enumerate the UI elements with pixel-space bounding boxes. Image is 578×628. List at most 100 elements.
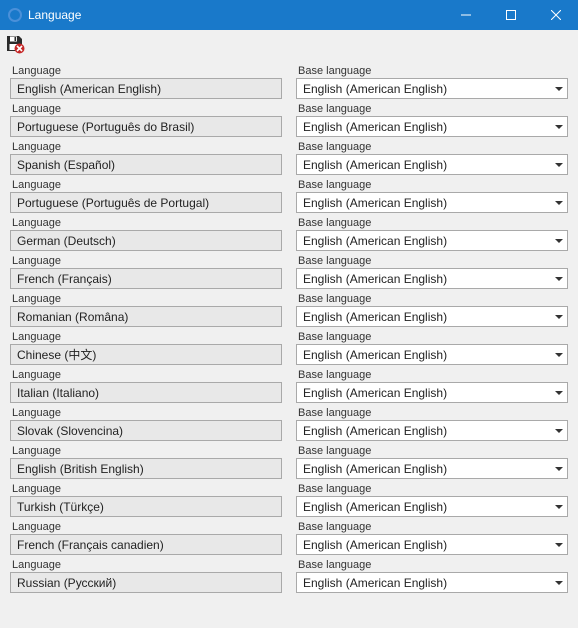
language-row: Language Base languageEnglish (American E… [10, 254, 568, 289]
language-col: Language [10, 330, 282, 365]
base-language-label: Base language [298, 445, 568, 457]
language-input[interactable] [10, 230, 282, 251]
chevron-down-icon [555, 465, 563, 473]
chevron-down-icon [555, 161, 563, 169]
save-cancel-button[interactable] [4, 33, 26, 55]
language-input[interactable] [10, 534, 282, 555]
language-label: Language [12, 483, 282, 495]
base-language-select[interactable]: English (American English) [296, 420, 568, 441]
language-input[interactable] [10, 496, 282, 517]
base-language-value: English (American English) [303, 576, 447, 590]
language-row: Language Base language English (American E… [10, 330, 568, 365]
language-row: LanguageBase languageEnglish (American E… [10, 520, 568, 555]
language-label: Language [12, 103, 282, 115]
language-row: Language Base languageEnglish (American E… [10, 102, 568, 137]
language-input[interactable] [10, 116, 282, 137]
base-language-select[interactable]: English (American English) [296, 344, 568, 365]
base-language-select[interactable]: English (American English) [296, 78, 568, 99]
base-language-col: Base languageEnglish (American English) [296, 178, 568, 213]
window-title: Language [28, 8, 443, 22]
language-row: LanguageBase languageEnglish (American E… [10, 292, 568, 327]
language-col: Language [10, 254, 282, 289]
base-language-select[interactable]: English (American English) [296, 306, 568, 327]
language-label: Language [12, 141, 282, 153]
base-language-select[interactable]: English (American English) [296, 268, 568, 289]
language-input[interactable] [10, 420, 282, 441]
language-col: Language [10, 292, 282, 327]
base-language-col: Base languageEnglish (American English) [296, 254, 568, 289]
chevron-down-icon [555, 541, 563, 549]
base-language-select[interactable]: English (American English) [296, 572, 568, 593]
language-input[interactable] [10, 306, 282, 327]
language-col: Language [10, 520, 282, 555]
base-language-value: English (American English) [303, 424, 447, 438]
close-icon [551, 10, 561, 20]
base-language-value: English (American English) [303, 82, 447, 96]
base-language-select[interactable]: English (American English) [296, 230, 568, 251]
save-cancel-icon [5, 34, 25, 54]
base-language-col: Base languageEnglish (American English) [296, 216, 568, 251]
chevron-down-icon [555, 313, 563, 321]
language-input[interactable] [10, 572, 282, 593]
base-language-col: Base languageEnglish (American English) [296, 406, 568, 441]
language-col: Language [10, 140, 282, 175]
language-label: Language [12, 179, 282, 191]
base-language-select[interactable]: English (American English) [296, 154, 568, 175]
base-language-value: English (American English) [303, 272, 447, 286]
language-input[interactable] [10, 78, 282, 99]
minimize-button[interactable] [443, 0, 488, 30]
chevron-down-icon [555, 351, 563, 359]
base-language-col: Base language English (American English) [296, 330, 568, 365]
language-label: Language [12, 521, 282, 533]
base-language-select[interactable]: English (American English) [296, 116, 568, 137]
language-col: Language [10, 406, 282, 441]
base-language-value: English (American English) [303, 500, 447, 514]
base-language-value: English (American English) [303, 234, 447, 248]
language-input[interactable] [10, 382, 282, 403]
base-language-label: Base language [298, 331, 568, 343]
language-label: Language [12, 445, 282, 457]
chevron-down-icon [555, 85, 563, 93]
language-input[interactable] [10, 344, 282, 365]
language-col: Language [10, 178, 282, 213]
base-language-value: English (American English) [303, 348, 447, 362]
base-language-value: English (American English) [303, 158, 447, 172]
maximize-icon [506, 10, 516, 20]
chevron-down-icon [555, 579, 563, 587]
minimize-icon [461, 10, 471, 20]
language-row: LanguageBase languageEnglish (American E… [10, 558, 568, 593]
titlebar: Language [0, 0, 578, 30]
base-language-col: Base languageEnglish (American English) [296, 444, 568, 479]
chevron-down-icon [555, 503, 563, 511]
base-language-col: Base language English (American English) [296, 558, 568, 593]
app-icon [8, 8, 22, 22]
close-button[interactable] [533, 0, 578, 30]
base-language-select[interactable]: English (American English) [296, 534, 568, 555]
language-input[interactable] [10, 154, 282, 175]
base-language-col: Base language English (American English) [296, 482, 568, 517]
chevron-down-icon [555, 389, 563, 397]
language-row: Language Base languageEnglish (American E… [10, 140, 568, 175]
language-col: Language [10, 368, 282, 403]
language-input[interactable] [10, 268, 282, 289]
language-row: LanguageBase languageEnglish (American E… [10, 368, 568, 403]
base-language-label: Base language [298, 559, 568, 571]
base-language-value: English (American English) [303, 310, 447, 324]
language-col: Language [10, 216, 282, 251]
language-input[interactable] [10, 458, 282, 479]
base-language-value: English (American English) [303, 386, 447, 400]
base-language-select[interactable]: English (American English) [296, 382, 568, 403]
maximize-button[interactable] [488, 0, 533, 30]
language-row: LanguageBase languageEnglish (American E… [10, 64, 568, 99]
language-col: Language [10, 444, 282, 479]
language-input[interactable] [10, 192, 282, 213]
language-col: Language [10, 102, 282, 137]
language-label: Language [12, 407, 282, 419]
base-language-select[interactable]: English (American English) [296, 192, 568, 213]
base-language-col: Base languageEnglish (American English) [296, 140, 568, 175]
base-language-select[interactable]: English (American English) [296, 458, 568, 479]
base-language-col: Base languageEnglish (American English) [296, 102, 568, 137]
base-language-label: Base language [298, 483, 568, 495]
chevron-down-icon [555, 199, 563, 207]
base-language-select[interactable]: English (American English) [296, 496, 568, 517]
